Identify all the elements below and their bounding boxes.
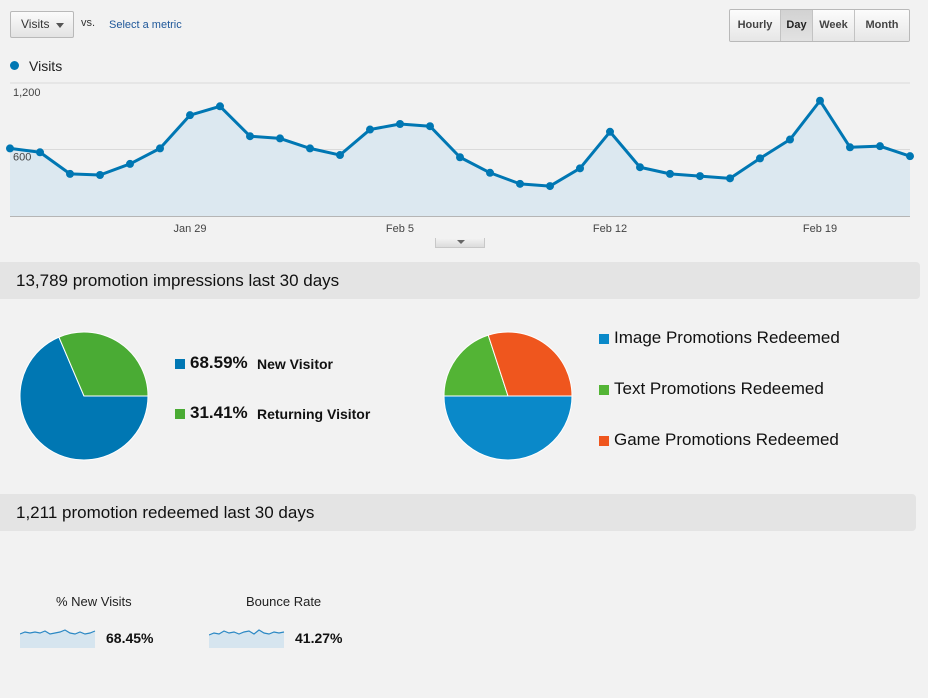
data-point[interactable]	[906, 152, 914, 161]
game-promotions-swatch	[599, 436, 609, 446]
data-point[interactable]	[426, 122, 434, 131]
series-legend-dot	[10, 61, 19, 70]
data-point[interactable]	[876, 142, 884, 151]
visitor-pie-chart	[19, 331, 149, 461]
collapse-chart-button[interactable]	[435, 238, 485, 248]
data-point[interactable]	[96, 170, 104, 179]
data-point[interactable]	[846, 143, 854, 152]
data-point[interactable]	[786, 135, 794, 144]
data-point[interactable]	[636, 163, 644, 172]
impressions-section-header: 13,789 promotion impressions last 30 day…	[0, 262, 920, 299]
data-point[interactable]	[486, 168, 494, 177]
data-point[interactable]	[546, 182, 554, 191]
data-point[interactable]	[216, 102, 224, 111]
returning-visitor-label: Returning Visitor	[257, 406, 371, 422]
data-point[interactable]	[66, 169, 74, 178]
returning-visitor-percent: 31.41%	[190, 403, 248, 422]
returning-visitor-swatch	[175, 409, 185, 419]
data-point[interactable]	[576, 164, 584, 173]
data-point[interactable]	[126, 159, 134, 168]
visits-line-chart: 1,200 600 Jan 29 Feb 5 Feb 12 Feb 19	[6, 82, 914, 235]
data-point[interactable]	[276, 134, 284, 143]
chevron-down-icon	[457, 240, 465, 244]
metric-dropdown[interactable]: Visits	[10, 11, 74, 38]
data-point[interactable]	[396, 120, 404, 129]
new-visits-value: 68.45%	[106, 630, 154, 646]
data-point[interactable]	[816, 96, 824, 105]
bounce-rate-value: 41.27%	[295, 630, 343, 646]
data-point[interactable]	[156, 144, 164, 153]
promotion-pie-chart	[443, 331, 573, 461]
data-point[interactable]	[696, 172, 704, 181]
data-point[interactable]	[186, 111, 194, 120]
image-promotions-label: Image Promotions Redeemed	[614, 328, 840, 347]
metric-dropdown-label: Visits	[21, 17, 50, 31]
new-visits-title: % New Visits	[56, 594, 132, 609]
text-promotions-label: Text Promotions Redeemed	[614, 379, 824, 398]
new-visitor-swatch	[175, 359, 185, 369]
y-tick-label: 600	[13, 152, 31, 164]
pie-slice[interactable]	[443, 395, 573, 461]
x-tick-label: Feb 12	[593, 223, 627, 235]
image-promotions-swatch	[599, 334, 609, 344]
data-point[interactable]	[726, 174, 734, 183]
granularity-toggle: Hourly Day Week Month	[729, 9, 910, 42]
data-point[interactable]	[456, 153, 464, 162]
new-visitor-label: New Visitor	[257, 356, 333, 372]
data-point[interactable]	[336, 151, 344, 160]
data-point[interactable]	[366, 125, 374, 134]
day-button[interactable]: Day	[780, 10, 812, 41]
x-tick-label: Feb 5	[386, 223, 414, 235]
bounce-rate-sparkline	[209, 629, 285, 648]
data-point[interactable]	[36, 148, 44, 157]
game-promotions-label: Game Promotions Redeemed	[614, 430, 839, 449]
y-tick-label: 1,200	[13, 87, 41, 99]
new-visits-sparkline	[20, 629, 96, 648]
data-point[interactable]	[306, 144, 314, 153]
x-tick-label: Jan 29	[173, 223, 206, 235]
data-point[interactable]	[666, 169, 674, 178]
chevron-down-icon	[56, 23, 64, 28]
data-point[interactable]	[756, 154, 764, 163]
vs-label: vs.	[81, 17, 96, 29]
hourly-button[interactable]: Hourly	[730, 10, 780, 41]
select-metric-link[interactable]: Select a metric	[109, 19, 182, 31]
bounce-rate-title: Bounce Rate	[246, 594, 322, 609]
x-tick-label: Feb 19	[803, 223, 837, 235]
series-legend-label: Visits	[29, 58, 63, 74]
new-visitor-percent: 68.59%	[190, 353, 248, 372]
text-promotions-swatch	[599, 385, 609, 395]
data-point[interactable]	[246, 132, 254, 141]
week-button[interactable]: Week	[812, 10, 854, 41]
redeemed-section-header: 1,211 promotion redeemed last 30 days	[0, 494, 916, 531]
data-point[interactable]	[606, 127, 614, 136]
data-point[interactable]	[516, 179, 524, 188]
month-button[interactable]: Month	[854, 10, 909, 41]
